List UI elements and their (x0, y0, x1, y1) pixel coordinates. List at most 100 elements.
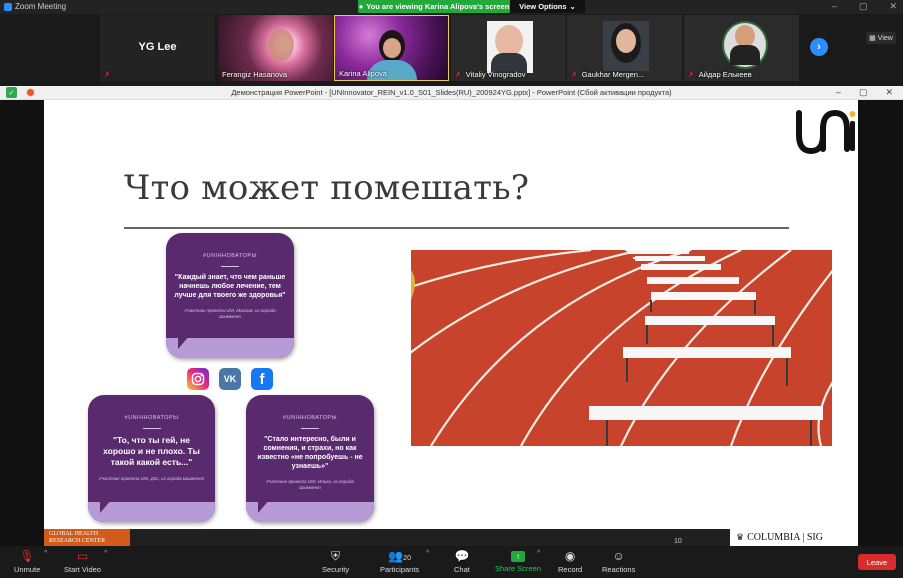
card-divider (221, 266, 239, 267)
share-screen-button[interactable]: ↑ Share Screen (495, 549, 541, 573)
zoom-window-title: Zoom Meeting (15, 2, 67, 11)
view-label: View (877, 34, 893, 42)
chevron-right-icon: › (817, 41, 821, 53)
card-divider (142, 428, 161, 429)
slide[interactable]: Что может помешать? #UNIННОВАТОРЫ "Кажды… (44, 100, 858, 546)
grid-icon: ▦ (869, 35, 876, 42)
participant-tile[interactable]: Ferangiz Hasanova (218, 15, 333, 81)
zoom-app-title: Zoom Meeting (4, 2, 66, 11)
participants-icon: 👥20 (388, 549, 411, 563)
close-icon[interactable]: ✕ (885, 87, 893, 98)
instagram-icon (187, 368, 209, 390)
participants-label: Participants (380, 565, 420, 574)
participant-video (268, 29, 294, 61)
speech-bubble-shape (246, 499, 374, 522)
participant-name: Айдар Елькеев (698, 70, 752, 79)
view-button[interactable]: ▦ View (866, 32, 896, 44)
hurdles-track-photo (411, 250, 832, 446)
start-video-button[interactable]: ▭ Start Video (64, 549, 101, 574)
participant-face (616, 29, 636, 53)
reactions-button[interactable]: ☺ Reactions (602, 549, 635, 574)
unmute-button[interactable]: 🎙 Unmute (14, 549, 40, 574)
minimize-icon[interactable]: – (832, 1, 837, 12)
participant-tile[interactable]: ✗ Gaukhar Mergen... (567, 15, 682, 81)
zoom-window-controls: – ▢ ✕ (832, 1, 897, 12)
maximize-icon[interactable]: ▢ (859, 87, 868, 98)
smiley-icon: ☺ (612, 549, 625, 563)
powerpoint-window-controls: – ▢ ✕ (836, 87, 893, 98)
participant-label: ✗ Vitaliy Vinogradov (455, 70, 525, 79)
close-icon[interactable]: ✕ (889, 1, 897, 12)
card-source: Участник проекта UNI, Максим, из города … (184, 308, 276, 320)
global-health-footer: GLOBAL HEALTH RESEARCH CENTER (44, 529, 130, 546)
participant-tile[interactable]: ✗ Айдар Елькеев (684, 15, 799, 81)
quote-card: #UNIННОВАТОРЫ "Каждый знает, что чем ран… (166, 233, 294, 358)
record-label: Record (558, 565, 583, 574)
leave-button[interactable]: Leave (858, 554, 896, 570)
audio-options-caret[interactable]: ^ (44, 550, 47, 557)
unmute-label: Unmute (14, 565, 41, 574)
minimize-icon[interactable]: – (836, 87, 841, 98)
card-quote: "Стало интересно, были и сомнения, и стр… (257, 436, 363, 471)
powerpoint-titlebar: ✓ Демонстрация PowerPoint - [UNInnovator… (0, 86, 903, 100)
share-screen-icon: ↑ (510, 551, 525, 562)
speech-bubble-shape (88, 499, 215, 522)
participant-tile[interactable]: ✗ Vitaliy Vinogradov (451, 15, 566, 81)
start-video-label: Start Video (64, 565, 101, 574)
zoom-logo-icon (4, 2, 12, 11)
mic-muted-icon: 🎙 (19, 549, 35, 563)
card-quote: "То, что ты гей, не хорошо и не плохо. Т… (103, 435, 200, 468)
columbia-sig-label: COLUMBIA | SIG (747, 532, 823, 543)
shield-icon: ⛨ (331, 549, 341, 563)
mic-muted-icon: ✗ (688, 70, 695, 79)
card-quote: "Каждый знает, что чем раньше начнешь лю… (174, 274, 286, 300)
card-hashtag: #UNIННОВАТОРЫ (124, 415, 179, 421)
participants-options-caret[interactable]: ^ (426, 550, 429, 557)
video-off-icon: ▭ (76, 549, 89, 563)
slide-number: 10 (674, 538, 682, 545)
maximize-icon[interactable]: ▢ (859, 1, 868, 12)
video-options-caret[interactable]: ^ (104, 550, 107, 557)
view-options-button[interactable]: View Options ⌄ (510, 0, 585, 13)
zoom-titlebar: Zoom Meeting ● You are viewing Karina Al… (0, 0, 903, 14)
participant-gallery: YG Lee ✗ Ferangiz Hasanova Karina Alipov… (0, 14, 903, 82)
share-screen-label: Share Screen (495, 564, 541, 573)
facebook-icon: f (251, 368, 273, 390)
quote-card: #UNIННОВАТОРЫ "Стало интересно, были и с… (246, 395, 374, 522)
record-button[interactable]: ◉ Record (558, 549, 582, 574)
screen: Zoom Meeting ● You are viewing Karina Al… (0, 0, 903, 578)
card-source: Участник проекта UNI, Дос, из города Шым… (98, 476, 205, 482)
slideshow-area: Что может помешать? #UNIННОВАТОРЫ "Кажды… (0, 100, 903, 546)
chevron-down-icon: ⌄ (569, 2, 576, 11)
gallery-next-button[interactable]: › (810, 38, 828, 56)
vk-icon: VK (219, 368, 241, 390)
mic-muted-icon: ✗ (455, 70, 462, 79)
share-options-caret[interactable]: ^ (537, 550, 540, 557)
card-source: Участник проекта UNI, Ильях, из города Ш… (266, 479, 354, 491)
participant-label: Karina Alipova (339, 69, 387, 78)
card-divider (301, 428, 319, 429)
quote-card: #UNIННОВАТОРЫ "То, что ты гей, не хорошо… (88, 395, 215, 522)
participant-tile-active-speaker[interactable]: Karina Alipova (334, 15, 449, 81)
screen-share-icon: ● (358, 2, 364, 11)
chat-label: Chat (454, 565, 470, 574)
participants-button[interactable]: 👥20 Participants (380, 549, 419, 574)
participant-name: Gaukhar Mergen... (581, 70, 645, 79)
uni-logo-icon (796, 109, 856, 155)
participant-tile[interactable]: YG Lee ✗ (100, 15, 215, 81)
security-button[interactable]: ⛨ Security (322, 549, 349, 574)
chat-icon: 💬 (454, 549, 470, 563)
participant-name: Vitaliy Vinogradov (465, 70, 526, 79)
viewing-screen-banner: ● You are viewing Karina Alipova's scree… (358, 0, 510, 13)
participant-name: Karina Alipova (339, 69, 387, 78)
reactions-label: Reactions (602, 565, 636, 574)
participant-face (383, 38, 401, 58)
card-hashtag: #UNIННОВАТОРЫ (203, 253, 257, 259)
crown-icon: ♛ (736, 532, 745, 542)
slide-title: Что может помешать? (124, 168, 530, 208)
chat-button[interactable]: 💬 Chat (454, 549, 470, 574)
participant-name: Ferangiz Hasanova (222, 70, 288, 79)
zoom-toolbar: 🎙 Unmute ^ ▭ Start Video ^ ⛨ Security 👥2… (0, 546, 903, 578)
view-options-label: View Options (519, 2, 567, 11)
participant-label: ✗ Айдар Елькеев (688, 70, 752, 79)
